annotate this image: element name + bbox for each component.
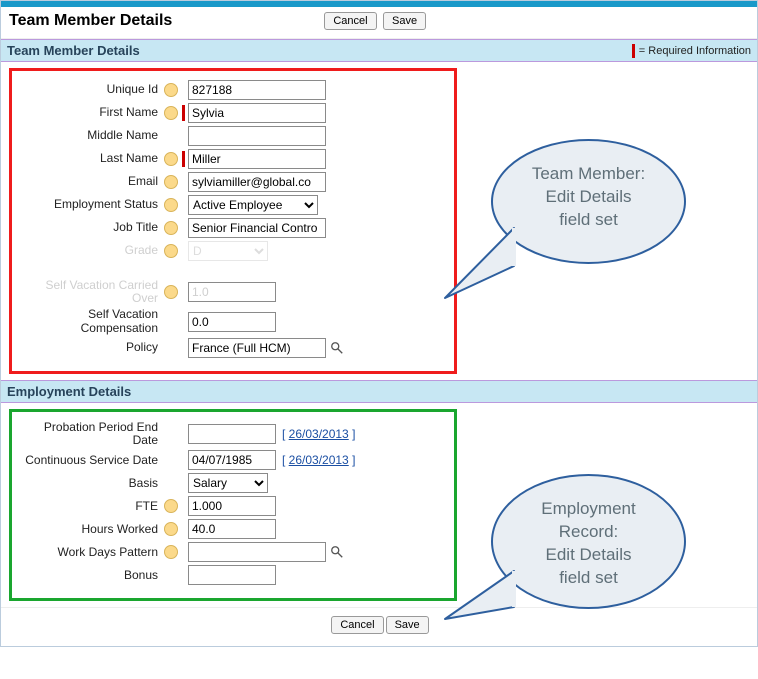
first-name-input[interactable]: [188, 103, 326, 123]
help-icon[interactable]: [164, 545, 178, 559]
continuous-service-input[interactable]: [188, 450, 276, 470]
help-icon[interactable]: [164, 285, 178, 299]
section-team-member-bar: Team Member Details = Required Informati…: [1, 39, 757, 62]
fte-input[interactable]: [188, 496, 276, 516]
section-employment-title: Employment Details: [7, 384, 131, 399]
callout-tail-icon: [439, 569, 519, 639]
label-first-name: First Name: [18, 106, 160, 119]
label-email: Email: [18, 175, 160, 188]
label-employment-status: Employment Status: [18, 198, 160, 211]
page-footer: Cancel Save: [1, 607, 757, 646]
employment-status-select[interactable]: Active Employee: [188, 195, 318, 215]
required-bar-icon: [182, 105, 185, 121]
label-grade: Grade: [18, 244, 160, 257]
label-hours-worked: Hours Worked: [18, 523, 160, 536]
grade-select: D: [188, 241, 268, 261]
policy-input[interactable]: [188, 338, 326, 358]
label-bonus: Bonus: [18, 569, 160, 582]
label-last-name: Last Name: [18, 152, 160, 165]
label-self-vac-comp: Self Vacation Compensation: [18, 308, 160, 334]
callout-employment: Employment Record: Edit Details field se…: [491, 474, 686, 609]
last-name-input[interactable]: [188, 149, 326, 169]
help-icon[interactable]: [164, 522, 178, 536]
label-fte: FTE: [18, 500, 160, 513]
cancel-button[interactable]: Cancel: [324, 12, 376, 30]
team-member-fieldset: Unique Id First Name Middle Name Last Na…: [9, 68, 457, 374]
callout-tail-icon: [439, 216, 519, 306]
help-icon[interactable]: [164, 106, 178, 120]
label-basis: Basis: [18, 477, 160, 490]
unique-id-input[interactable]: [188, 80, 326, 100]
label-self-vac-carried: Self Vacation Carried Over: [18, 279, 160, 305]
section-employment-bar: Employment Details: [1, 380, 757, 403]
lookup-icon[interactable]: [328, 339, 346, 357]
help-icon[interactable]: [164, 499, 178, 513]
basis-select[interactable]: Salary: [188, 473, 268, 493]
cancel-button[interactable]: Cancel: [331, 616, 383, 634]
workdays-input[interactable]: [188, 542, 326, 562]
self-vac-carried-input: [188, 282, 276, 302]
employment-fieldset: Probation Period End Date [ 26/03/2013 ]…: [9, 409, 457, 601]
bonus-input[interactable]: [188, 565, 276, 585]
save-button[interactable]: Save: [386, 616, 429, 634]
required-bar-icon: [632, 44, 635, 58]
required-info-note: = Required Information: [632, 44, 751, 58]
help-icon[interactable]: [164, 221, 178, 235]
probation-end-input[interactable]: [188, 424, 276, 444]
self-vac-comp-input[interactable]: [188, 312, 276, 332]
callout-team-member: Team Member: Edit Details field set: [491, 139, 686, 264]
middle-name-input[interactable]: [188, 126, 326, 146]
lookup-icon[interactable]: [328, 543, 346, 561]
label-unique-id: Unique Id: [18, 83, 160, 96]
label-continuous-service: Continuous Service Date: [18, 454, 160, 467]
date-picker-link[interactable]: [ 26/03/2013 ]: [282, 427, 355, 441]
hours-worked-input[interactable]: [188, 519, 276, 539]
help-icon[interactable]: [164, 83, 178, 97]
label-probation-end: Probation Period End Date: [18, 421, 160, 447]
label-job-title: Job Title: [18, 221, 160, 234]
email-input[interactable]: [188, 172, 326, 192]
page-title: Team Member Details: [9, 12, 172, 30]
label-workdays: Work Days Pattern: [18, 546, 160, 559]
label-policy: Policy: [18, 341, 160, 354]
help-icon[interactable]: [164, 152, 178, 166]
page-header: Team Member Details Cancel Save: [1, 7, 757, 39]
help-icon[interactable]: [164, 244, 178, 258]
job-title-input[interactable]: [188, 218, 326, 238]
section-team-member-title: Team Member Details: [7, 43, 140, 58]
help-icon[interactable]: [164, 175, 178, 189]
required-bar-icon: [182, 151, 185, 167]
date-picker-link[interactable]: [ 26/03/2013 ]: [282, 453, 355, 467]
label-middle-name: Middle Name: [18, 129, 160, 142]
help-icon[interactable]: [164, 198, 178, 212]
save-button[interactable]: Save: [383, 12, 426, 30]
